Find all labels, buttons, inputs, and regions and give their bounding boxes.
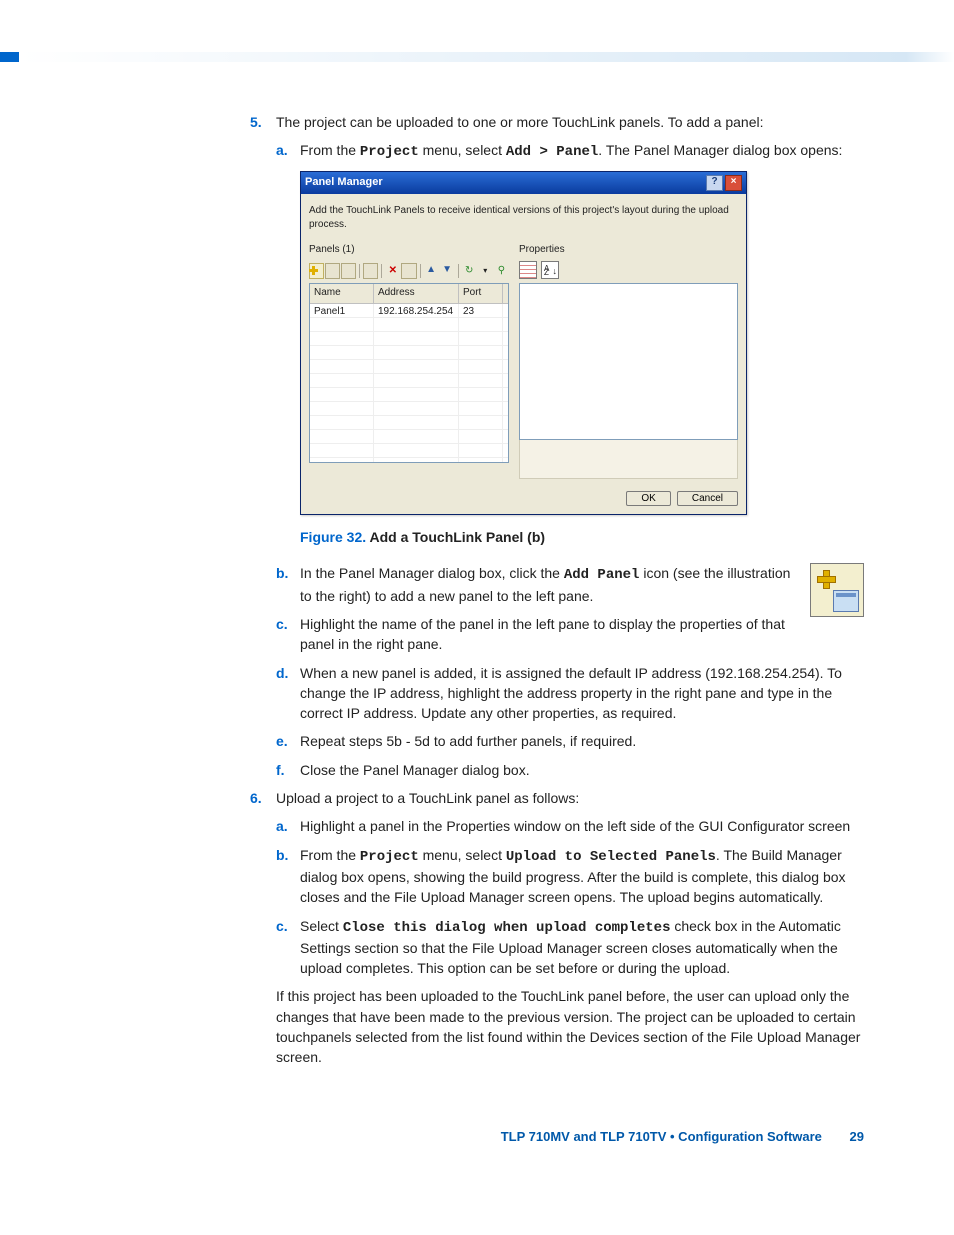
prop-view-icon[interactable] [519,261,537,279]
dialog-description: Add the TouchLink Panels to receive iden… [309,204,738,233]
table-row[interactable]: Panel1 192.168.254.254 23 [310,304,508,318]
delete-icon[interactable]: ✕ [385,263,400,279]
dropdown-icon[interactable]: ▾ [478,263,493,279]
up-icon[interactable]: ▲ [423,263,438,279]
toolbar-icon[interactable] [341,263,356,279]
step-5b: b. In the Panel Manager dialog box, clic… [276,563,798,606]
step-6c: c. Select Close this dialog when upload … [276,916,864,979]
panels-grid[interactable]: Name Address Port Panel1 192.168.254.254… [309,283,509,463]
step-5a-text: From the Project menu, select Add > Pane… [300,140,842,162]
properties-grid[interactable] [519,283,738,440]
refresh-icon[interactable]: ↻ [462,263,477,279]
figure-caption: Figure 32. Add a TouchLink Panel (b) [300,527,864,547]
close-button[interactable]: × [725,175,742,191]
add-panel-icon[interactable] [309,263,324,279]
help-button[interactable]: ? [706,175,723,191]
add-panel-large-icon [810,563,864,617]
step-6: 6. Upload a project to a TouchLink panel… [250,788,864,808]
step-5a: a. From the Project menu, select Add > P… [276,140,864,162]
toolbar-icon[interactable] [401,263,416,279]
dialog-titlebar: Panel Manager ? × [301,172,746,194]
step-5d: d. When a new panel is added, it is assi… [276,663,864,724]
down-icon[interactable]: ▼ [440,263,455,279]
col-port[interactable]: Port [459,284,503,303]
step-6b: b. From the Project menu, select Upload … [276,845,864,908]
panel-manager-dialog: Panel Manager ? × Add the TouchLink Pane… [300,171,747,516]
step-6a: a. Highlight a panel in the Properties w… [276,816,864,836]
page-footer: TLP 710MV and TLP 710TV • Configuration … [250,1128,864,1147]
toolbar-icon[interactable] [325,263,340,279]
properties-footer [519,440,738,479]
col-address[interactable]: Address [374,284,459,303]
page-header-rule [0,52,954,62]
col-name[interactable]: Name [310,284,374,303]
step-5c: c. Highlight the name of the panel in th… [276,614,798,655]
cancel-button[interactable]: Cancel [677,491,738,506]
panels-label: Panels (1) [309,243,509,258]
step-text: The project can be uploaded to one or mo… [276,112,764,132]
step-number: 5. [250,112,276,132]
toolbar-icon[interactable] [363,263,378,279]
step-5e: e. Repeat steps 5b - 5d to add further p… [276,731,864,751]
step-5: 5. The project can be uploaded to one or… [250,112,864,132]
prop-sort-icon[interactable]: AZ↓ [541,261,559,279]
properties-label: Properties [519,243,738,258]
toolbar-icon[interactable]: ⚲ [494,263,509,279]
trailing-paragraph: If this project has been uploaded to the… [276,986,864,1067]
panels-toolbar: ✕ ▲ ▼ ↻ ▾ ⚲ [309,261,509,283]
step-5f: f. Close the Panel Manager dialog box. [276,760,864,780]
ok-button[interactable]: OK [626,491,670,506]
dialog-title: Panel Manager [305,175,383,191]
